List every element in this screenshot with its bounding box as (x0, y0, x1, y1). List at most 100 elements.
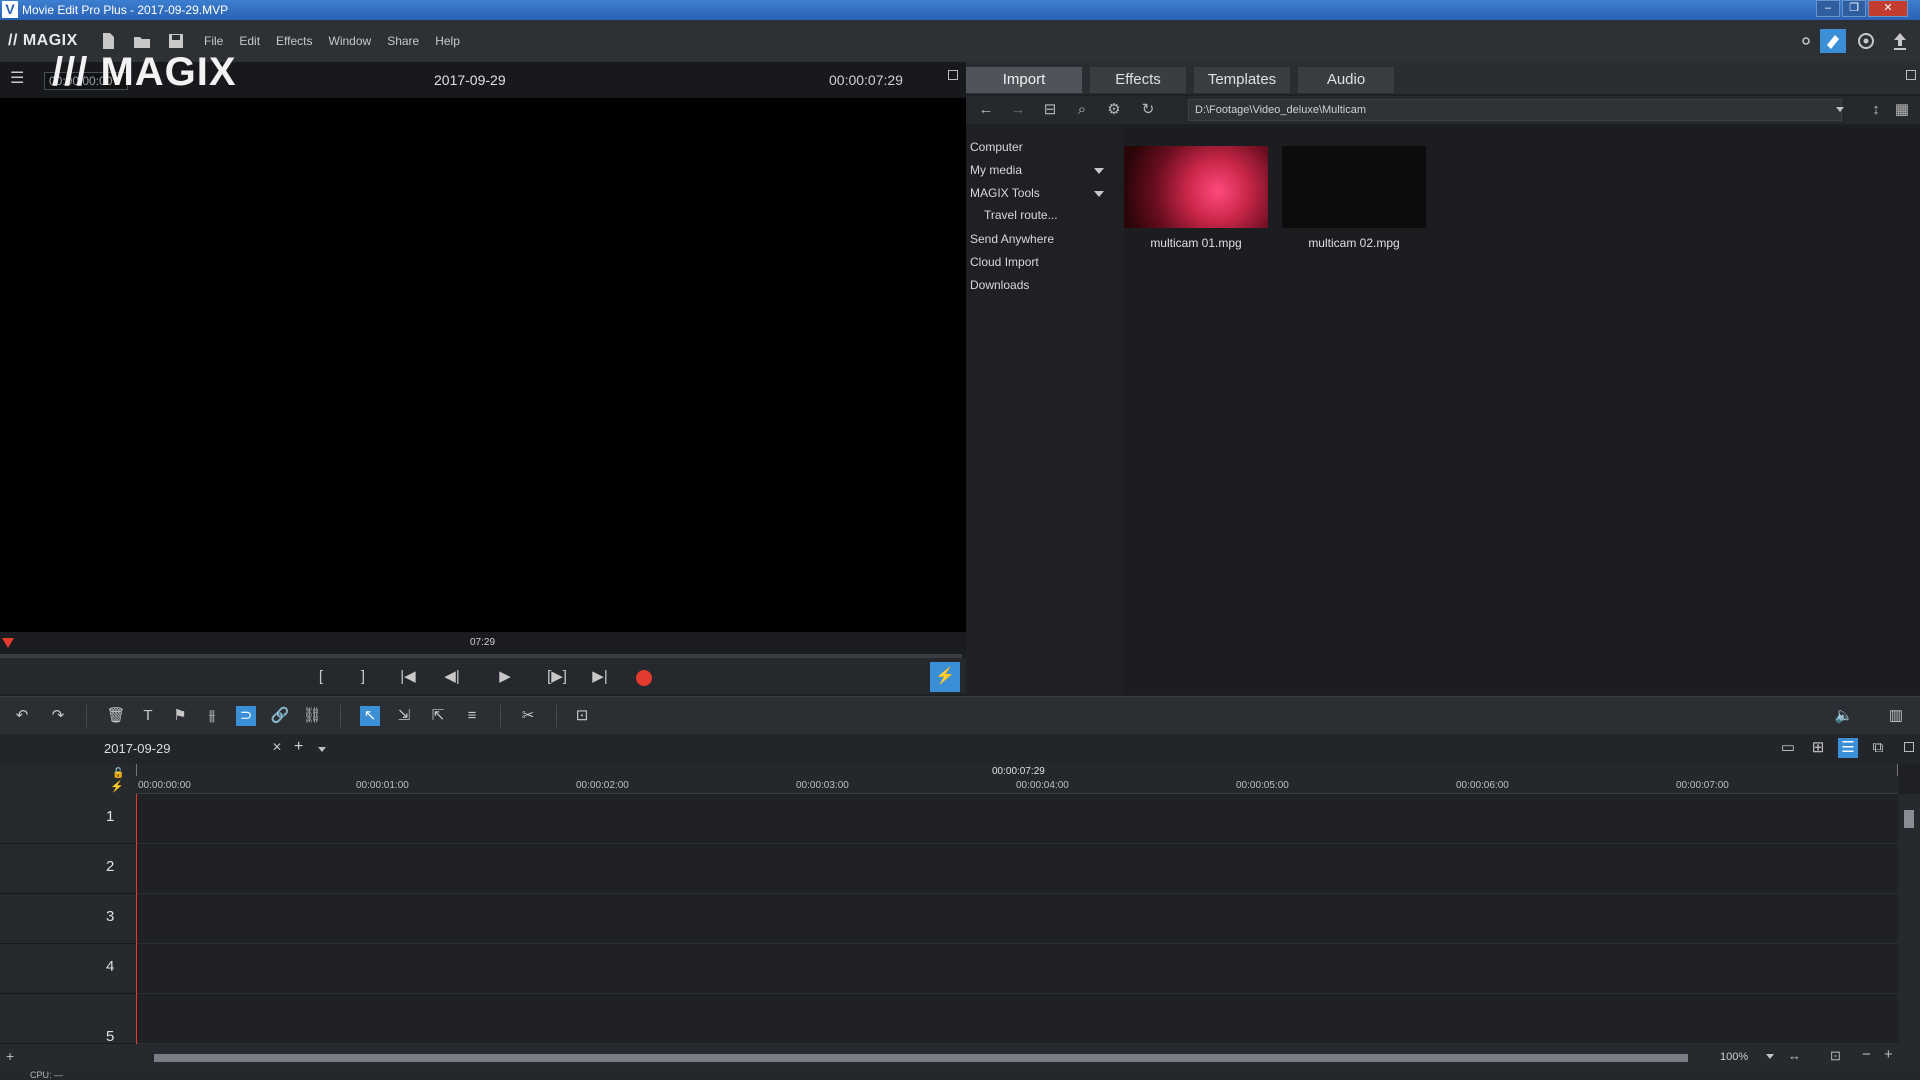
upload-icon[interactable] (1890, 31, 1910, 51)
playhead-icon[interactable] (2, 638, 14, 648)
tree-item-magix-tools[interactable]: MAGIX Tools (970, 186, 1040, 200)
sort-icon[interactable]: ↕ (1866, 100, 1886, 120)
project-tab[interactable]: 2017-09-29 (104, 741, 171, 756)
file-thumbnail[interactable] (1124, 146, 1268, 228)
menu-effects[interactable]: Effects (276, 34, 312, 48)
insert-mode-icon[interactable]: ⊡ (572, 706, 592, 726)
refresh-icon[interactable]: ↻ (1138, 100, 1158, 120)
preview-scrubber[interactable]: 07:29 (0, 632, 966, 658)
text-tool-icon[interactable]: T (138, 706, 158, 726)
track-header[interactable]: 1 (0, 794, 136, 844)
flash-render-icon[interactable]: ⚡ (930, 662, 960, 692)
single-view-icon[interactable]: ▭ (1778, 738, 1798, 758)
community-icon[interactable] (1820, 29, 1846, 53)
hamburger-menu-icon[interactable]: ☰ (10, 70, 28, 88)
tree-item-computer[interactable]: Computer (970, 140, 1023, 154)
file-name[interactable]: multicam 01.mpg (1124, 236, 1268, 250)
minimize-button[interactable]: ‒ (1816, 0, 1840, 17)
new-file-icon[interactable] (98, 31, 118, 51)
grid-view-icon[interactable]: ▦ (1892, 100, 1912, 120)
pointer-tool-icon[interactable]: ↖ (360, 706, 380, 726)
tree-item-cloud-import[interactable]: Cloud Import (970, 255, 1039, 269)
menu-file[interactable]: File (204, 34, 223, 48)
timeline-playhead-line[interactable] (136, 794, 137, 1044)
add-tab-button[interactable]: + (294, 738, 303, 756)
menu-share[interactable]: Share (387, 34, 419, 48)
ripple-edit-icon[interactable]: ≡ (462, 706, 482, 726)
maximize-button[interactable]: ❐ (1842, 0, 1866, 17)
lock-icon[interactable]: 🔓 (112, 768, 124, 779)
back-arrow-icon[interactable]: ← (976, 100, 996, 120)
close-window-button[interactable]: ✕ (1868, 0, 1908, 17)
previous-frame-button[interactable]: ◀| (438, 666, 466, 688)
tree-item-my-media[interactable]: My media (970, 163, 1022, 177)
tab-effects[interactable]: Effects (1090, 67, 1186, 93)
tab-import[interactable]: Import (966, 67, 1082, 93)
play-button[interactable]: ▶ (494, 666, 516, 688)
track-lane[interactable] (136, 944, 1898, 994)
panel-detach-icon[interactable] (1906, 70, 1916, 80)
delete-icon[interactable]: 🗑 (106, 706, 126, 726)
undo-icon[interactable]: ↶ (12, 706, 32, 726)
open-folder-icon[interactable] (132, 31, 152, 51)
stretch-tool-icon[interactable]: ⇱ (428, 706, 448, 726)
small-dot-icon[interactable] (1796, 31, 1816, 51)
file-name[interactable]: multicam 02.mpg (1282, 236, 1426, 250)
range-select-icon[interactable]: ⇲ (394, 706, 414, 726)
snap-icon[interactable]: ⚡ (110, 780, 124, 793)
mark-in-button[interactable]: [ (310, 666, 332, 688)
link-icon[interactable]: 🔗 (270, 706, 290, 726)
mark-out-button[interactable]: ] (352, 666, 374, 688)
multicam-view-icon[interactable]: ⧉ (1868, 738, 1888, 758)
track-lane[interactable] (136, 844, 1898, 894)
tab-dropdown-icon[interactable] (318, 747, 326, 752)
go-to-start-button[interactable]: |◀ (394, 666, 422, 688)
save-icon[interactable] (166, 31, 186, 51)
tab-templates[interactable]: Templates (1194, 67, 1290, 93)
zoom-level[interactable]: 100% (1720, 1051, 1748, 1063)
track-lane[interactable] (136, 894, 1898, 944)
split-tool-icon[interactable]: ⫵ (202, 706, 222, 726)
speaker-icon[interactable]: 🔈 (1834, 706, 1854, 726)
track-header[interactable]: 5 (0, 994, 136, 1044)
zoom-dropdown-icon[interactable] (1766, 1054, 1774, 1059)
timeline-detach-icon[interactable] (1904, 742, 1914, 752)
detach-icon[interactable] (948, 70, 958, 80)
vertical-scroll-thumb[interactable] (1904, 810, 1914, 828)
record-button[interactable] (636, 670, 652, 686)
storyboard-view-icon[interactable]: ⊞ (1808, 738, 1828, 758)
time-ruler[interactable]: 00:00:07:29 00:00:00:00 00:00:01:00 00:0… (136, 764, 1898, 794)
expand-my-media-icon[interactable] (1094, 168, 1104, 174)
close-tab-icon[interactable]: ✕ (272, 740, 282, 754)
mixer-icon[interactable]: ▥ (1886, 706, 1906, 726)
play-range-button[interactable]: [▶] (540, 666, 574, 688)
file-thumbnail[interactable] (1282, 146, 1426, 228)
timeline-view-icon[interactable]: ☰ (1838, 738, 1858, 758)
vertical-scrollbar[interactable] (1898, 794, 1920, 1044)
search-icon[interactable]: ⌕ (1072, 100, 1092, 120)
track-header[interactable]: 2 (0, 844, 136, 894)
settings-circle-icon[interactable] (1856, 31, 1876, 51)
track-lane[interactable] (136, 994, 1898, 1044)
horizontal-scrollbar[interactable]: + 100% ↔ ⊡ − + (0, 1044, 1920, 1070)
folder-tree-icon[interactable]: ⊟ (1040, 100, 1060, 120)
track-lane[interactable] (136, 794, 1898, 844)
expand-magix-tools-icon[interactable] (1094, 191, 1104, 197)
menu-window[interactable]: Window (329, 34, 372, 48)
forward-arrow-icon[interactable]: → (1008, 100, 1028, 120)
gear-icon[interactable]: ⚙ (1104, 100, 1124, 120)
tree-item-travel-route[interactable]: Travel route... (984, 208, 1058, 222)
menu-help[interactable]: Help (435, 34, 460, 48)
add-track-icon[interactable]: + (6, 1048, 14, 1064)
ripple-icon[interactable]: ⊃ (236, 706, 256, 726)
tree-item-downloads[interactable]: Downloads (970, 278, 1029, 292)
go-to-end-button[interactable]: ▶| (586, 666, 614, 688)
path-dropdown-icon[interactable] (1836, 107, 1844, 112)
menu-edit[interactable]: Edit (239, 34, 260, 48)
unlink-icon[interactable]: ⛓ (302, 706, 322, 726)
tab-audio[interactable]: Audio (1298, 67, 1394, 93)
track-header[interactable]: 4 (0, 944, 136, 994)
horizontal-scroll-thumb[interactable] (154, 1054, 1688, 1062)
marker-flag-icon[interactable]: ⚑ (170, 706, 190, 726)
scissors-icon[interactable]: ✂ (518, 706, 538, 726)
